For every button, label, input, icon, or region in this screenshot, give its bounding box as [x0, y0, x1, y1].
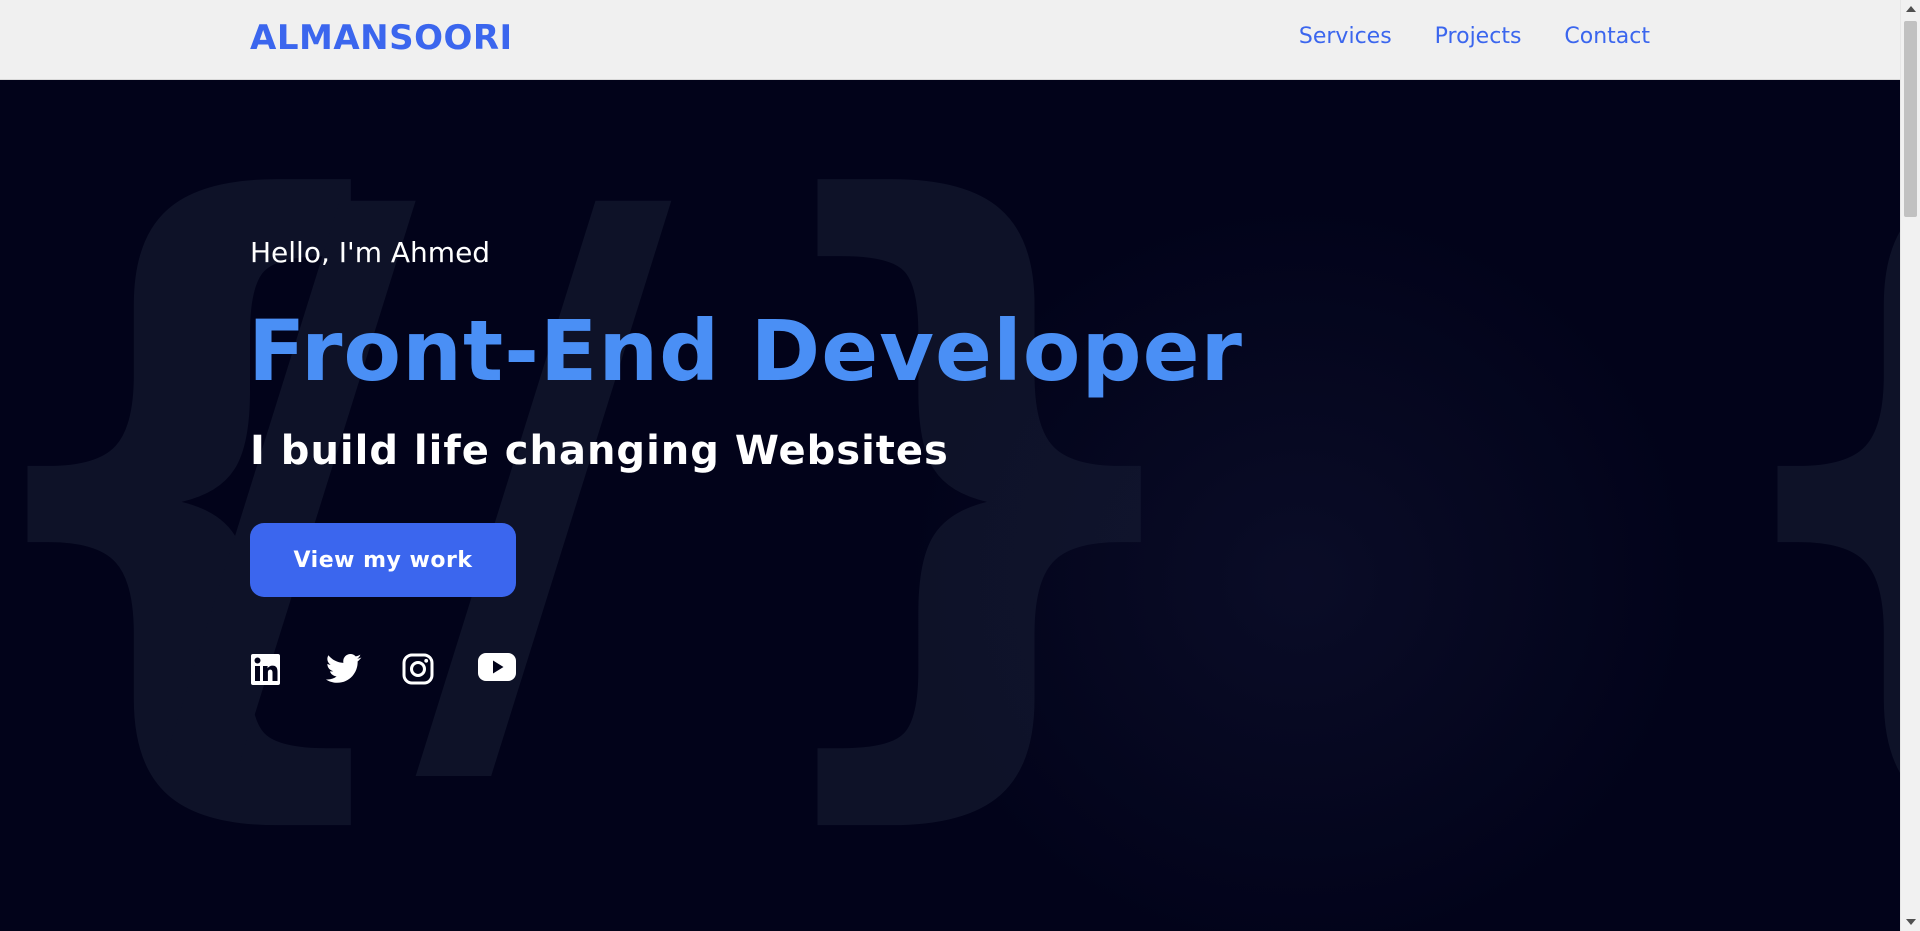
scroll-down-icon[interactable]: [1906, 919, 1916, 925]
nav-link-services[interactable]: Services: [1299, 24, 1392, 49]
scroll-thumb[interactable]: [1904, 21, 1917, 217]
linkedin-icon[interactable]: [250, 653, 286, 689]
twitter-icon[interactable]: [326, 653, 362, 689]
nav-links: Services Projects Contact: [1299, 24, 1650, 49]
hero-greeting: Hello, I'm Ahmed: [250, 236, 491, 269]
instagram-icon[interactable]: [402, 653, 438, 689]
site-logo[interactable]: ALMANSOORI: [250, 18, 513, 58]
navbar: ALMANSOORI Services Projects Contact: [0, 0, 1900, 80]
nav-link-projects[interactable]: Projects: [1435, 24, 1522, 49]
page-scrollbar[interactable]: [1900, 0, 1920, 931]
social-links: [250, 653, 516, 689]
hero-headline: Front-End Developer: [248, 302, 1243, 400]
view-my-work-button[interactable]: View my work: [250, 523, 516, 597]
nav-link-contact[interactable]: Contact: [1564, 24, 1650, 49]
bg-brace-open-right: {: [1690, 120, 1900, 820]
page: ALMANSOORI Services Projects Contact { /…: [0, 0, 1920, 931]
hero-subheading: I build life changing Websites: [250, 428, 949, 474]
hero-section: { // } { Hello, I'm Ahmed Front-End Deve…: [0, 80, 1900, 931]
scroll-up-icon[interactable]: [1906, 6, 1916, 12]
youtube-icon[interactable]: [478, 653, 516, 689]
